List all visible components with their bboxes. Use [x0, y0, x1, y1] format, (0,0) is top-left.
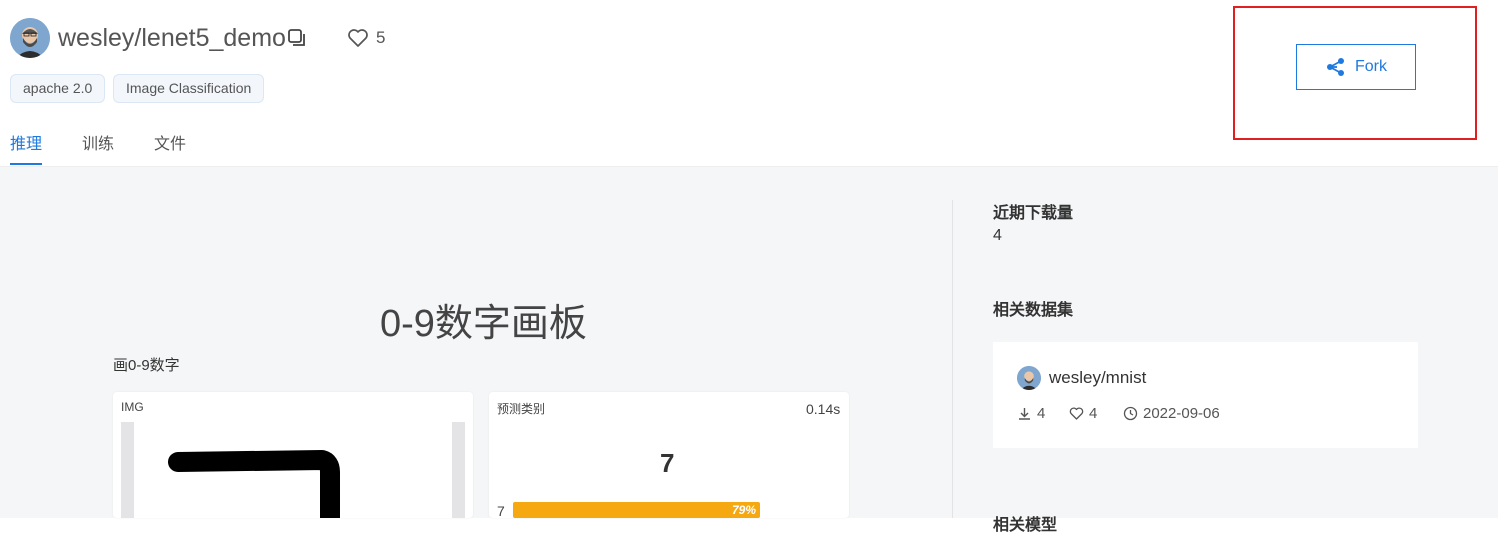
dataset-name[interactable]: wesley/mnist	[1049, 368, 1146, 388]
tab-files[interactable]: 文件	[154, 130, 186, 154]
dataset-owner-avatar	[1017, 366, 1041, 390]
dataset-likes: 4	[1069, 405, 1097, 422]
bar-class-label: 7	[497, 503, 505, 519]
dataset-date-text: 2022-09-06	[1143, 405, 1220, 422]
fork-label: Fork	[1355, 58, 1387, 75]
dataset-date: 2022-09-06	[1123, 405, 1220, 422]
datasets-heading: 相关数据集	[993, 302, 1074, 319]
tab-inference[interactable]: 推理	[10, 130, 42, 154]
board-title: 0-9数字画板	[380, 303, 587, 345]
confidence-percent: 79%	[731, 503, 756, 517]
clock-icon	[1123, 406, 1138, 421]
copy-icon[interactable]	[287, 28, 307, 48]
prediction-label: 预测类别	[497, 402, 546, 416]
drawing-canvas[interactable]	[134, 422, 452, 518]
content-divider	[952, 200, 953, 518]
confidence-bar: 79%	[513, 502, 760, 518]
tab-training[interactable]: 训练	[82, 130, 114, 154]
tag-license[interactable]: apache 2.0	[10, 74, 106, 103]
tag-task[interactable]: Image Classification	[113, 74, 265, 103]
dataset-likes-count: 4	[1089, 405, 1098, 422]
input-label: IMG	[121, 400, 144, 414]
owner-avatar[interactable]	[10, 18, 50, 58]
dataset-downloads: 4	[1017, 405, 1045, 422]
related-models-heading: 相关模型	[993, 517, 1058, 534]
downloads-heading: 近期下载量	[993, 205, 1074, 222]
like-count: 5	[376, 28, 386, 47]
active-tab-indicator	[10, 163, 42, 165]
dataset-downloads-count: 4	[1037, 405, 1046, 422]
heart-icon	[1069, 407, 1084, 420]
predicted-class: 7	[660, 448, 675, 478]
inference-time: 0.14s	[806, 401, 841, 417]
download-icon	[1019, 408, 1030, 420]
dataset-card[interactable]	[993, 342, 1418, 448]
fork-icon	[1327, 58, 1344, 76]
like-heart-icon[interactable]	[347, 28, 369, 48]
board-subtitle: 画0-9数字	[113, 357, 180, 374]
fork-button[interactable]: Fork	[1296, 44, 1416, 90]
downloads-value: 4	[993, 227, 1002, 244]
repo-title: wesley/lenet5_demo	[58, 24, 286, 52]
